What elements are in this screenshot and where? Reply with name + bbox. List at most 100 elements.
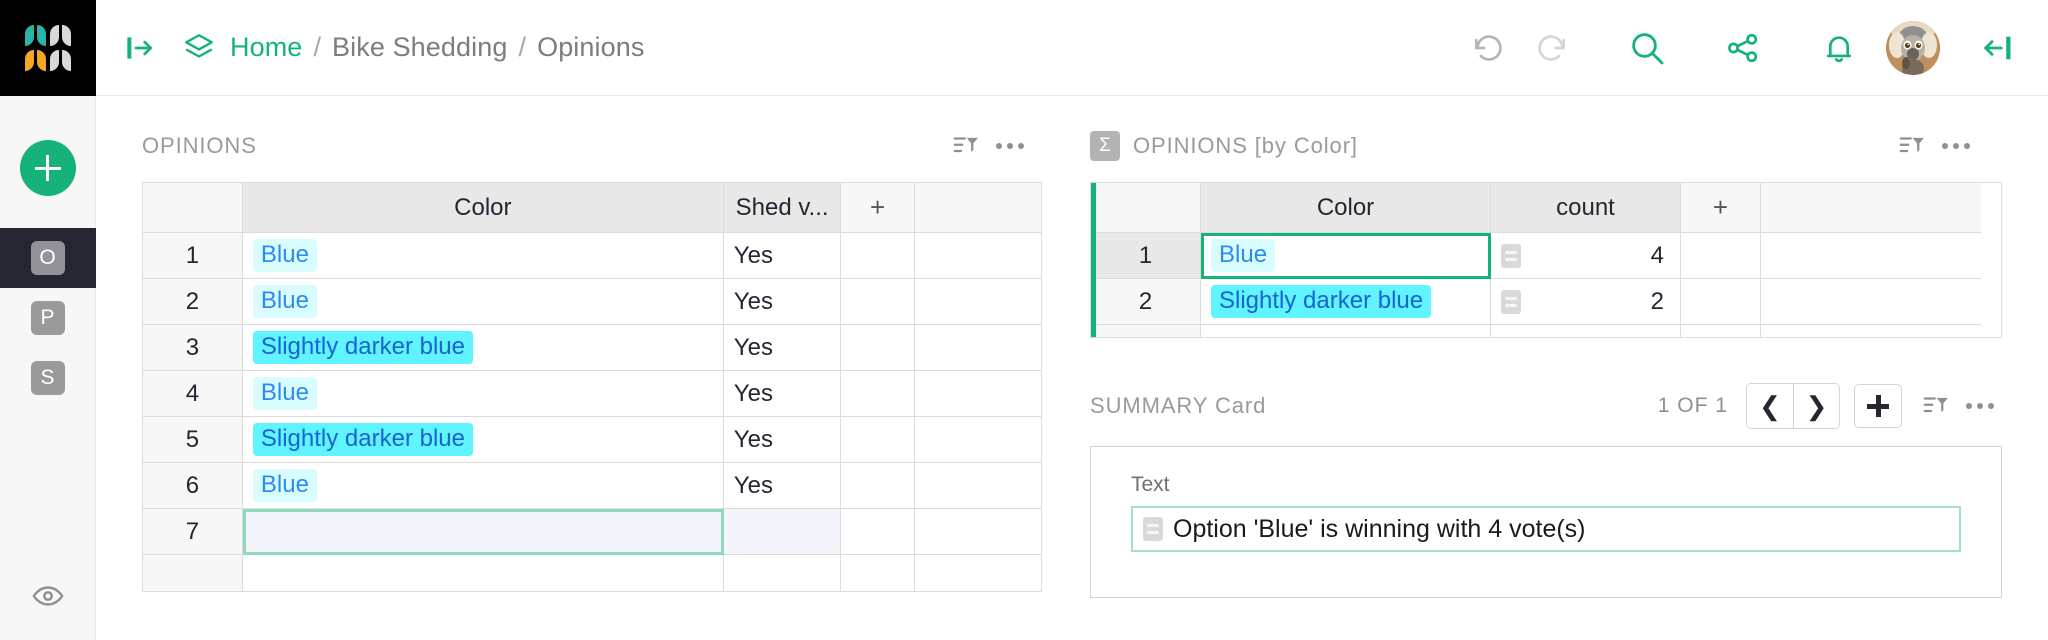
breadcrumb-document[interactable]: Bike Shedding [332,32,507,63]
breadcrumb-home[interactable]: Home [230,32,302,63]
redo-icon[interactable] [1520,17,1582,79]
cell-filler [914,279,1042,325]
sidebar-item-label-s: S [30,361,65,395]
cell-color-selected[interactable]: Blue [1201,233,1491,279]
filler-cell-3 [1681,325,1761,337]
cell-spacer [841,371,915,417]
cell-count[interactable]: 2 [1491,279,1681,325]
card-field-label-text: Text [1131,473,1170,496]
row-number[interactable]: 4 [143,371,243,417]
open-left-panel-icon[interactable] [124,32,156,64]
card-field-value-text[interactable]: Option 'Blue' is winning with 4 vote(s) [1131,506,1961,552]
table-row[interactable]: 6 Blue Yes [143,463,1042,509]
sidebar-footer [0,579,96,618]
table-row[interactable]: 2 Blue Yes [143,279,1042,325]
more-options-icon[interactable] [988,128,1032,164]
share-icon[interactable] [1712,17,1774,79]
choice-token: Blue [252,238,317,273]
filler-cell-2 [1491,325,1681,337]
cell-shed-new[interactable] [723,509,842,555]
row-number[interactable]: 2 [143,279,243,325]
opinions-widget: OPINIONS Color Shed v... + 1 Blue Yes 2 … [96,96,1056,640]
row-number[interactable]: 5 [143,417,243,463]
card-prev-button[interactable]: ❮ [1747,384,1793,428]
cell-shed[interactable]: Yes [723,371,842,417]
user-avatar[interactable] [1886,20,1940,75]
cell-shed[interactable]: Yes [723,463,842,509]
bell-icon[interactable] [1808,17,1870,79]
cell-shed[interactable]: Yes [723,417,842,463]
cell-filler [914,417,1042,463]
cell-color[interactable]: Blue [242,371,724,417]
add-new-button[interactable] [19,140,76,196]
sort-filter-icon[interactable] [1890,128,1934,164]
content-body: OPINIONS Color Shed v... + 1 Blue Yes 2 … [96,96,2048,640]
card-next-button[interactable]: ❯ [1793,384,1839,428]
main-area: Home / Bike Shedding / Opinions OPINIONS… [96,0,2048,640]
undo-icon[interactable] [1458,17,1520,79]
cell-filler [1761,233,1981,279]
row-number[interactable]: 1 [143,233,243,279]
cell-shed[interactable]: Yes [723,325,842,371]
column-header-shed[interactable]: Shed v... [723,183,842,233]
cell-color[interactable]: Blue [242,233,724,279]
column-header-color[interactable]: Color [1201,183,1491,233]
choice-token: Slightly darker blue [1211,284,1432,319]
formula-icon [1501,243,1521,268]
card-add-button[interactable] [1854,384,1902,428]
filler-rownum [143,555,243,591]
eye-icon[interactable] [31,579,65,618]
grid-corner-cell[interactable] [143,183,243,233]
logo-leaf-7 [49,50,59,71]
table-row[interactable]: 2 Slightly darker blue 2 [1091,279,2001,325]
add-row[interactable]: 7 [143,509,1042,555]
more-options-icon[interactable] [1934,128,1978,164]
table-row[interactable]: 4 Blue Yes [143,371,1042,417]
choice-token: Blue [252,376,317,411]
table-row[interactable]: 5 Slightly darker blue Yes [143,417,1042,463]
column-header-count[interactable]: count [1491,183,1681,233]
collapse-right-panel-icon[interactable] [1970,17,2024,79]
column-header-color[interactable]: Color [242,183,724,233]
sidebar-item-s[interactable]: S [0,348,96,408]
grist-logo[interactable] [0,0,96,96]
row-number[interactable]: 6 [143,463,243,509]
cell-color[interactable]: Blue [242,463,724,509]
more-options-icon[interactable] [1958,388,2002,424]
cell-color[interactable]: Slightly darker blue [242,417,724,463]
card-nav-group: ❮ ❯ [1746,383,1840,429]
row-number[interactable]: 2 [1091,279,1201,325]
summary-card-body: Text Option 'Blue' is winning with 4 vot… [1090,446,2002,598]
cell-filler [1761,279,1981,325]
cell-shed[interactable]: Yes [723,279,842,325]
breadcrumb: Home / Bike Shedding / Opinions [230,32,644,63]
cell-shed[interactable]: Yes [723,233,842,279]
sort-filter-icon[interactable] [944,128,988,164]
sidebar-item-p[interactable]: P [0,288,96,348]
grid-corner-cell[interactable] [1091,183,1201,233]
sidebar-item-opinions[interactable]: O [0,228,96,288]
cell-color-new[interactable] [242,509,724,555]
add-column-button[interactable]: + [841,183,915,233]
search-icon[interactable] [1616,17,1678,79]
choice-token: Slightly darker blue [252,330,473,365]
cell-count[interactable]: 4 [1491,233,1681,279]
row-number[interactable]: 1 [1091,233,1201,279]
cell-color[interactable]: Slightly darker blue [242,325,724,371]
table-row[interactable]: 1 Blue Yes [143,233,1042,279]
row-number[interactable]: 7 [143,509,243,555]
row-number[interactable]: 3 [143,325,243,371]
filler-rownum [1091,325,1201,337]
sort-filter-icon[interactable] [1914,388,1958,424]
filler-cell-4 [914,555,1042,591]
summary-widget-header: Σ OPINIONS [by Color] [1090,126,2002,166]
top-bar: Home / Bike Shedding / Opinions [96,0,2048,96]
cell-color[interactable]: Slightly darker blue [1201,279,1491,325]
breadcrumb-page[interactable]: Opinions [537,32,644,63]
table-row[interactable]: 1 Blue 4 [1091,233,2001,279]
opinions-grid: Color Shed v... + 1 Blue Yes 2 Blue Yes … [142,182,1042,592]
cell-filler [914,463,1042,509]
cell-color[interactable]: Blue [242,279,724,325]
add-column-button[interactable]: + [1681,183,1761,233]
table-row[interactable]: 3 Slightly darker blue Yes [143,325,1042,371]
